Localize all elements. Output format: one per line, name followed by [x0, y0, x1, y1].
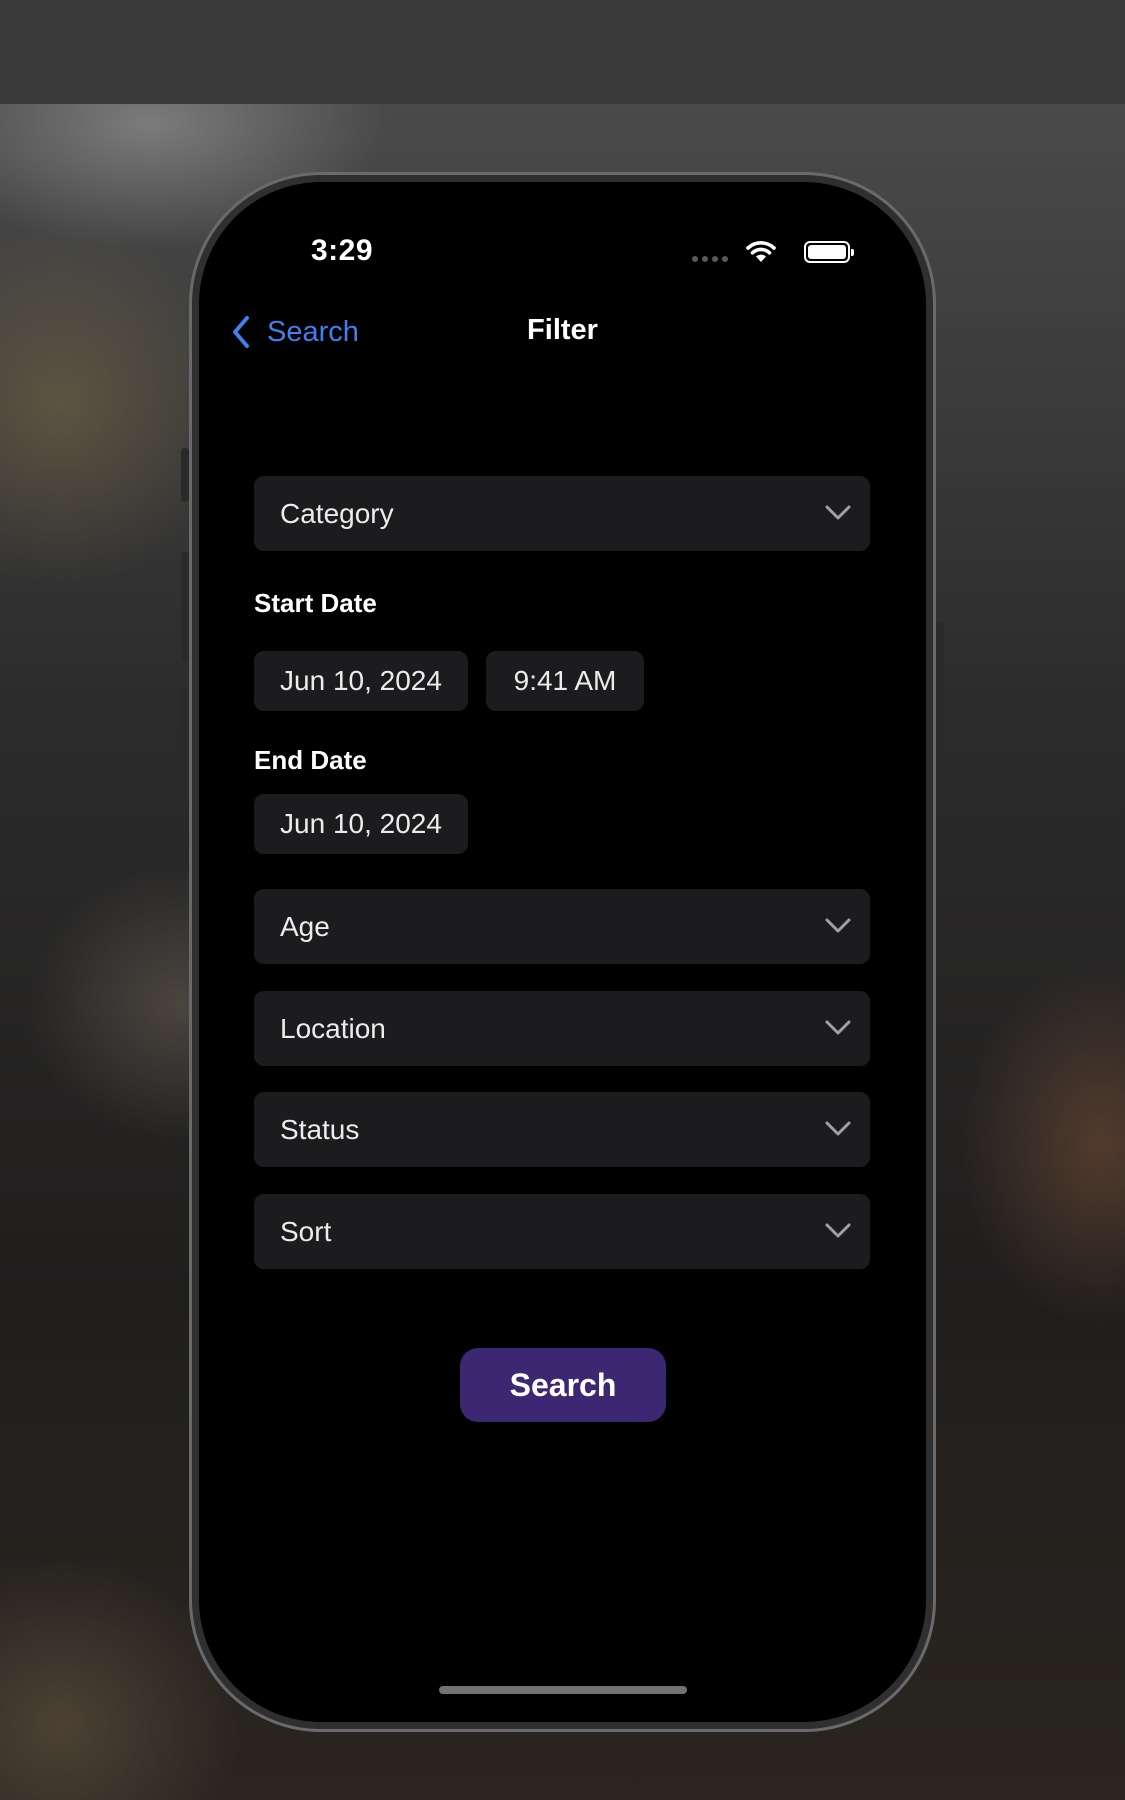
phone-screen: 3:29 Search Filter Category Start Date J… [199, 182, 926, 1722]
status-dropdown-label: Status [280, 1113, 360, 1145]
page-title: Filter [527, 314, 598, 346]
top-bar [0, 0, 1125, 104]
age-dropdown-label: Age [280, 910, 330, 942]
status-time: 3:29 [311, 234, 374, 267]
phone-power-button [936, 622, 944, 792]
end-date-picker[interactable]: Jun 10, 2024 [254, 794, 468, 854]
sort-dropdown[interactable]: Sort [254, 1194, 870, 1269]
phone-volume-down [181, 690, 189, 800]
phone-mute-switch [181, 448, 189, 502]
chevron-down-icon [825, 1223, 851, 1238]
phone-volume-up [181, 552, 189, 662]
start-date-picker[interactable]: Jun 10, 2024 [254, 651, 468, 711]
location-dropdown[interactable]: Location [254, 991, 870, 1066]
category-dropdown[interactable]: Category [254, 476, 870, 551]
chevron-down-icon [825, 1121, 851, 1136]
sort-dropdown-label: Sort [280, 1215, 332, 1247]
signal-dots-icon [692, 256, 728, 262]
start-time-picker[interactable]: 9:41 AM [486, 651, 644, 711]
wifi-icon [746, 241, 776, 262]
status-dropdown[interactable]: Status [254, 1092, 870, 1167]
age-dropdown[interactable]: Age [254, 889, 870, 964]
end-date-label: End Date [254, 745, 367, 775]
search-button[interactable]: Search [460, 1348, 666, 1422]
chevron-down-icon [825, 918, 851, 933]
battery-icon [804, 241, 854, 263]
home-indicator[interactable] [439, 1686, 687, 1694]
chevron-down-icon [825, 505, 851, 520]
start-date-label: Start Date [254, 588, 377, 618]
category-dropdown-label: Category [280, 497, 394, 529]
chevron-down-icon [825, 1020, 851, 1035]
status-icons [690, 238, 854, 268]
location-dropdown-label: Location [280, 1012, 386, 1044]
